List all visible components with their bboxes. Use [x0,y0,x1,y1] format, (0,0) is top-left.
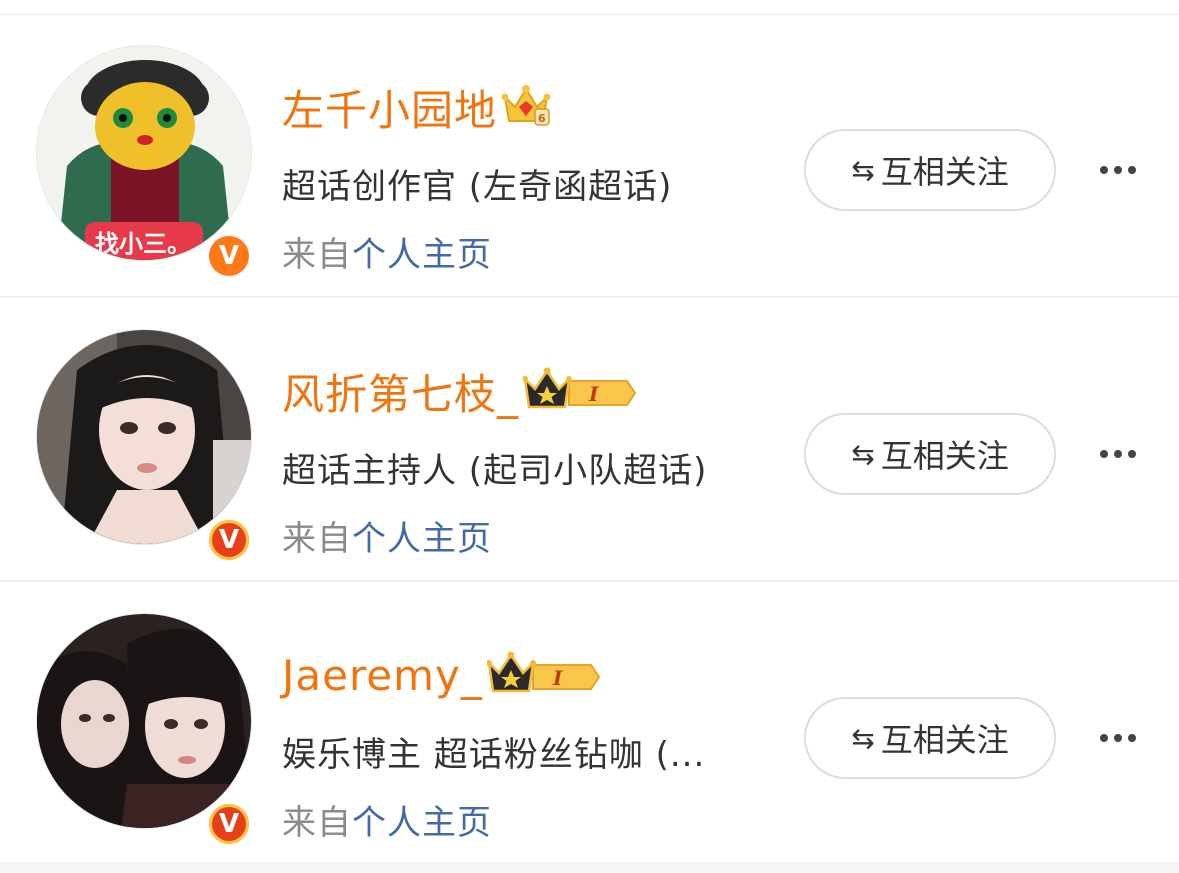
verified-icon: V [206,233,252,279]
source-prefix: 来自 [282,235,352,275]
name-line: Jaeremy_ I [282,643,601,707]
avatar[interactable]: 找小三。 [36,45,252,261]
more-dots-icon [1097,450,1139,458]
level-text: I [552,666,563,690]
list-item[interactable]: V Jaeremy_ I 娱乐博主 超话粉丝钻咖 (... 来自个人主页 ⇆ 互… [0,583,1179,866]
more-options-button[interactable] [1088,147,1148,193]
list-item[interactable]: 找小三。 V 左千小园地 6 超话创作官 (左奇函超话) 来自个人主页 ⇆ 互相… [0,15,1179,298]
mutual-follow-button[interactable]: ⇆ 互相关注 [804,697,1056,779]
mutual-follow-button[interactable]: ⇆ 互相关注 [804,129,1056,211]
user-list: 找小三。 V 左千小园地 6 超话创作官 (左奇函超话) 来自个人主页 ⇆ 互相… [0,0,1179,862]
user-bio: 超话创作官 (左奇函超话) [282,167,673,207]
user-bio: 超话主持人 (起司小队超话) [282,451,708,491]
swap-icon: ⇆ [851,721,875,755]
swap-icon: ⇆ [851,437,875,471]
verified-icon: V [206,801,252,847]
user-bio: 娱乐博主 超话粉丝钻咖 (... [282,735,706,775]
more-options-button[interactable] [1088,715,1148,761]
source-prefix: 来自 [282,519,352,559]
more-dots-icon [1097,166,1139,174]
source-line: 来自个人主页 [282,227,492,276]
svip-crown-icon[interactable]: 6 [501,83,551,131]
source-link[interactable]: 个人主页 [352,803,492,843]
username[interactable]: 风折第七枝_ [282,361,519,422]
level-crown-icon[interactable]: I [522,367,637,415]
level-crown-icon[interactable]: I [485,651,601,699]
follow-label: 互相关注 [880,153,1009,191]
follow-label: 互相关注 [880,721,1009,759]
avatar[interactable] [36,329,252,545]
more-options-button[interactable] [1088,431,1148,477]
row-divider [0,296,1179,298]
level-text: I [588,382,599,406]
swap-icon: ⇆ [851,153,875,187]
avatar[interactable] [36,613,252,829]
row-divider [0,580,1179,582]
username[interactable]: Jaeremy_ [282,651,483,700]
mutual-follow-button[interactable]: ⇆ 互相关注 [804,413,1056,495]
follow-label: 互相关注 [880,437,1009,475]
source-line: 来自个人主页 [282,511,492,560]
name-line: 左千小园地 6 [282,75,551,139]
avatar-sticker-text: 找小三。 [95,230,191,258]
verified-icon: V [206,517,252,563]
more-dots-icon [1097,734,1139,742]
source-prefix: 来自 [282,803,352,843]
name-line: 风折第七枝_ I [282,359,637,423]
list-item[interactable]: V 风折第七枝_ I 超话主持人 (起司小队超话) 来自个人主页 ⇆ 互相关注 [0,299,1179,582]
source-line: 来自个人主页 [282,795,492,844]
username[interactable]: 左千小园地 [282,77,497,138]
source-link[interactable]: 个人主页 [352,519,492,559]
svg-text:6: 6 [538,112,546,125]
source-link[interactable]: 个人主页 [352,235,492,275]
